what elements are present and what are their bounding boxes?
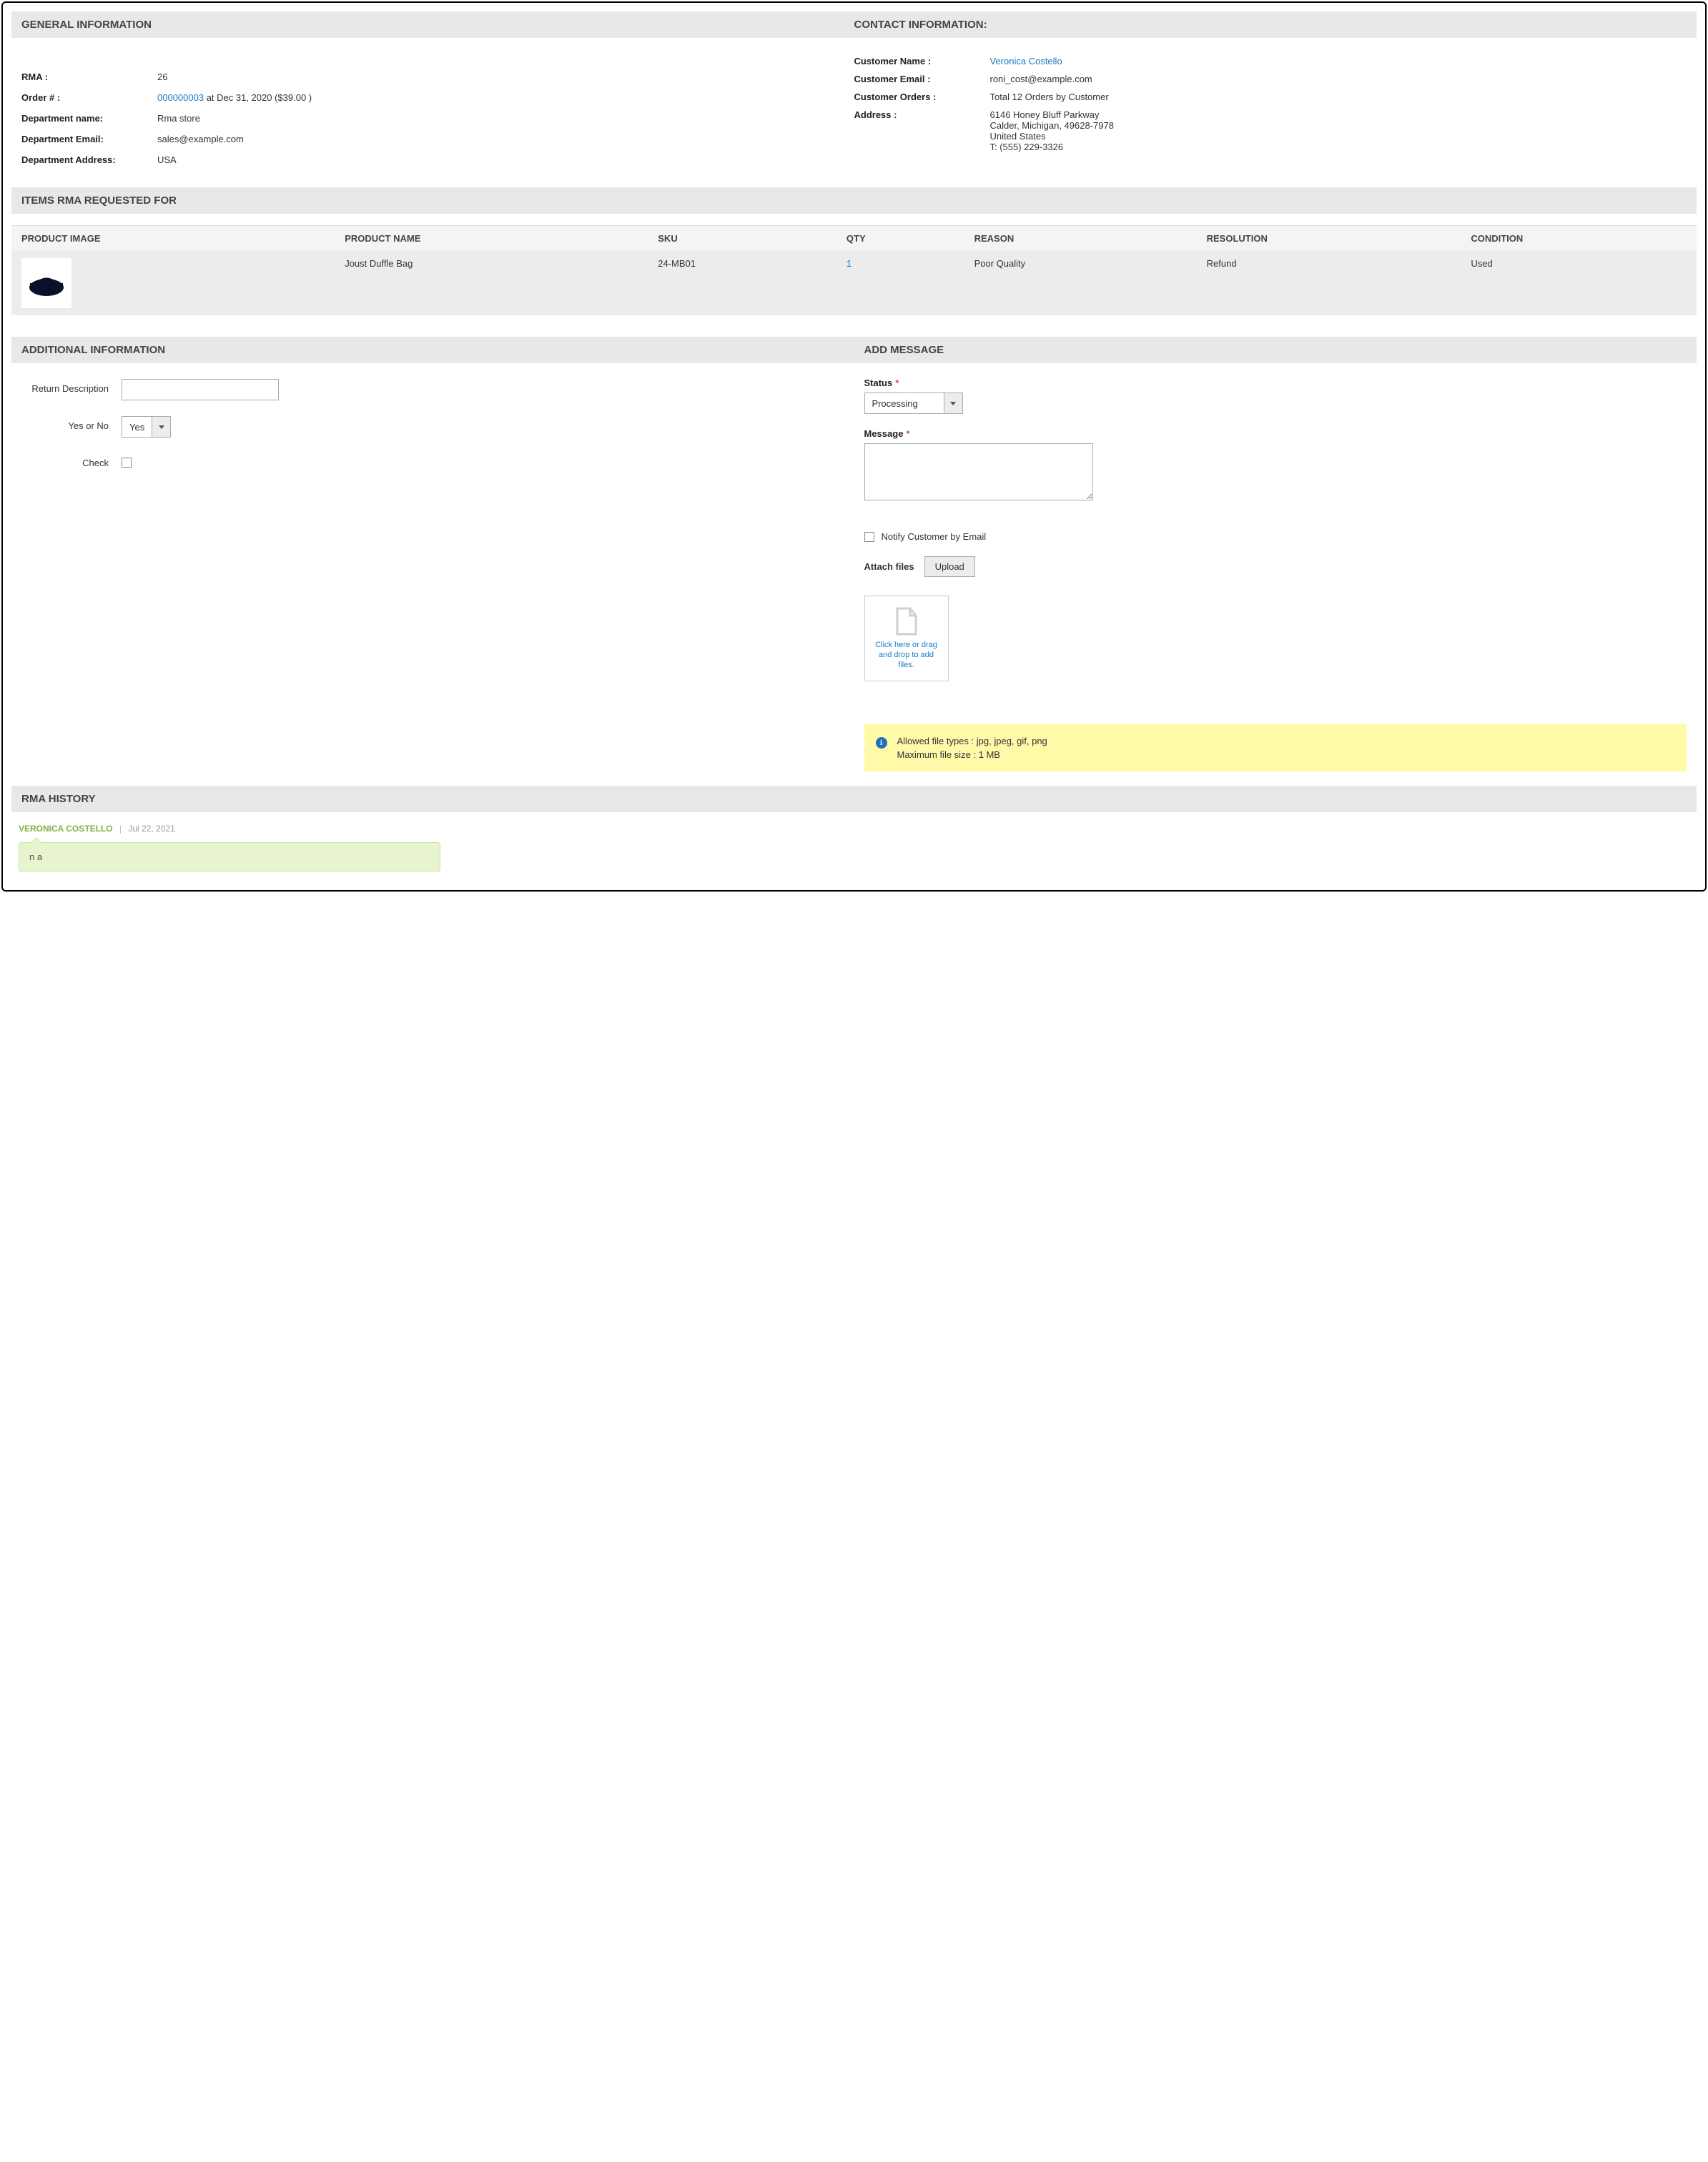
customer-address-value: 6146 Honey Bluff Parkway Calder, Michiga… bbox=[990, 109, 1687, 152]
col-name: PRODUCT NAME bbox=[335, 226, 648, 252]
items-header-row: PRODUCT IMAGE PRODUCT NAME SKU QTY REASO… bbox=[11, 226, 1697, 252]
history-message-bubble: n a bbox=[19, 842, 440, 872]
cell-name: Joust Duffle Bag bbox=[335, 251, 648, 315]
customer-email-label: Customer Email : bbox=[854, 74, 990, 84]
section-general-header: GENERAL INFORMATION bbox=[21, 19, 854, 31]
section-contact-header: CONTACT INFORMATION: bbox=[854, 19, 1687, 31]
check-checkbox[interactable] bbox=[122, 458, 132, 468]
history-sep: | bbox=[115, 824, 126, 834]
product-image bbox=[21, 258, 71, 308]
history-body: n a bbox=[29, 852, 42, 862]
required-mark: * bbox=[906, 428, 909, 439]
section-additional-header: ADDITIONAL INFORMATION bbox=[11, 337, 854, 363]
col-image: PRODUCT IMAGE bbox=[11, 226, 335, 252]
chevron-down-icon[interactable] bbox=[944, 393, 962, 413]
chevron-down-icon[interactable] bbox=[152, 417, 170, 437]
info-icon: i bbox=[876, 737, 887, 749]
dept-addr-value: USA bbox=[157, 154, 854, 165]
contact-info-panel: Customer Name : Veronica Costello Custom… bbox=[854, 52, 1687, 170]
addr-line2: Calder, Michigan, 49628-7978 bbox=[990, 120, 1687, 131]
history-author: VERONICA COSTELLO bbox=[19, 824, 113, 834]
cell-resolution: Refund bbox=[1197, 251, 1461, 315]
customer-name-link[interactable]: Veronica Costello bbox=[990, 56, 1062, 66]
required-mark: * bbox=[895, 377, 899, 388]
file-note: i Allowed file types : jpg, jpeg, gif, p… bbox=[864, 724, 1687, 771]
note-line1: Allowed file types : jpg, jpeg, gif, png bbox=[897, 734, 1047, 748]
customer-orders-value: Total 12 Orders by Customer bbox=[990, 92, 1687, 102]
cell-condition: Used bbox=[1461, 251, 1697, 315]
col-sku: SKU bbox=[648, 226, 836, 252]
status-value: Processing bbox=[865, 393, 944, 413]
return-desc-label: Return Description bbox=[21, 379, 122, 394]
rma-label: RMA : bbox=[21, 71, 157, 82]
rma-value: 26 bbox=[157, 71, 854, 82]
notify-checkbox[interactable] bbox=[864, 532, 874, 542]
col-reason: REASON bbox=[964, 226, 1197, 252]
section-history-header: RMA HISTORY bbox=[11, 786, 1697, 812]
cell-qty: 1 bbox=[836, 251, 964, 315]
history-meta: VERONICA COSTELLO | Jul 22, 2021 bbox=[11, 812, 1697, 836]
yesno-value: Yes bbox=[122, 417, 152, 437]
dept-name-value: Rma store bbox=[157, 113, 854, 124]
addr-line4: T: (555) 229-3326 bbox=[990, 142, 1687, 152]
notify-label: Notify Customer by Email bbox=[882, 531, 987, 542]
order-suffix: at Dec 31, 2020 ($39.00 ) bbox=[204, 92, 312, 103]
cell-sku: 24-MB01 bbox=[648, 251, 836, 315]
customer-orders-label: Customer Orders : bbox=[854, 92, 990, 102]
status-label: Status bbox=[864, 377, 893, 388]
file-dropzone[interactable]: Click here or drag and drop to add files… bbox=[864, 596, 949, 681]
order-label: Order # : bbox=[21, 92, 157, 103]
upload-button[interactable]: Upload bbox=[924, 556, 975, 577]
cell-reason: Poor Quality bbox=[964, 251, 1197, 315]
items-table: PRODUCT IMAGE PRODUCT NAME SKU QTY REASO… bbox=[11, 225, 1697, 315]
dept-email-value: sales@example.com bbox=[157, 134, 854, 144]
history-date: Jul 22, 2021 bbox=[128, 824, 174, 834]
customer-email-value: roni_cost@example.com bbox=[990, 74, 1687, 84]
return-desc-input[interactable] bbox=[122, 379, 279, 400]
customer-name-label: Customer Name : bbox=[854, 56, 990, 66]
status-select[interactable]: Processing bbox=[864, 393, 963, 414]
check-label: Check bbox=[21, 453, 122, 468]
yesno-label: Yes or No bbox=[21, 416, 122, 431]
dept-addr-label: Department Address: bbox=[21, 154, 157, 165]
dept-name-label: Department name: bbox=[21, 113, 157, 124]
col-resolution: RESOLUTION bbox=[1197, 226, 1461, 252]
addr-line3: United States bbox=[990, 131, 1687, 142]
dropzone-text: Click here or drag and drop to add files… bbox=[871, 640, 942, 671]
col-qty: QTY bbox=[836, 226, 964, 252]
yesno-select[interactable]: Yes bbox=[122, 416, 171, 438]
dept-email-label: Department Email: bbox=[21, 134, 157, 144]
message-label: Message bbox=[864, 428, 904, 439]
customer-address-label: Address : bbox=[854, 109, 990, 152]
section-items-header: ITEMS RMA REQUESTED FOR bbox=[11, 187, 1697, 214]
attach-label: Attach files bbox=[864, 561, 914, 572]
order-link[interactable]: 000000003 bbox=[157, 92, 204, 103]
section-addmessage-header: ADD MESSAGE bbox=[854, 337, 1697, 363]
table-row: Joust Duffle Bag 24-MB01 1 Poor Quality … bbox=[11, 251, 1697, 315]
qty-link[interactable]: 1 bbox=[846, 258, 851, 269]
message-textarea[interactable] bbox=[864, 443, 1093, 500]
col-condition: CONDITION bbox=[1461, 226, 1697, 252]
general-info-panel: RMA : 26 Order # : 000000003 at Dec 31, … bbox=[21, 52, 854, 170]
file-icon bbox=[894, 607, 919, 636]
addr-line1: 6146 Honey Bluff Parkway bbox=[990, 109, 1687, 120]
note-line2: Maximum file size : 1 MB bbox=[897, 748, 1047, 761]
